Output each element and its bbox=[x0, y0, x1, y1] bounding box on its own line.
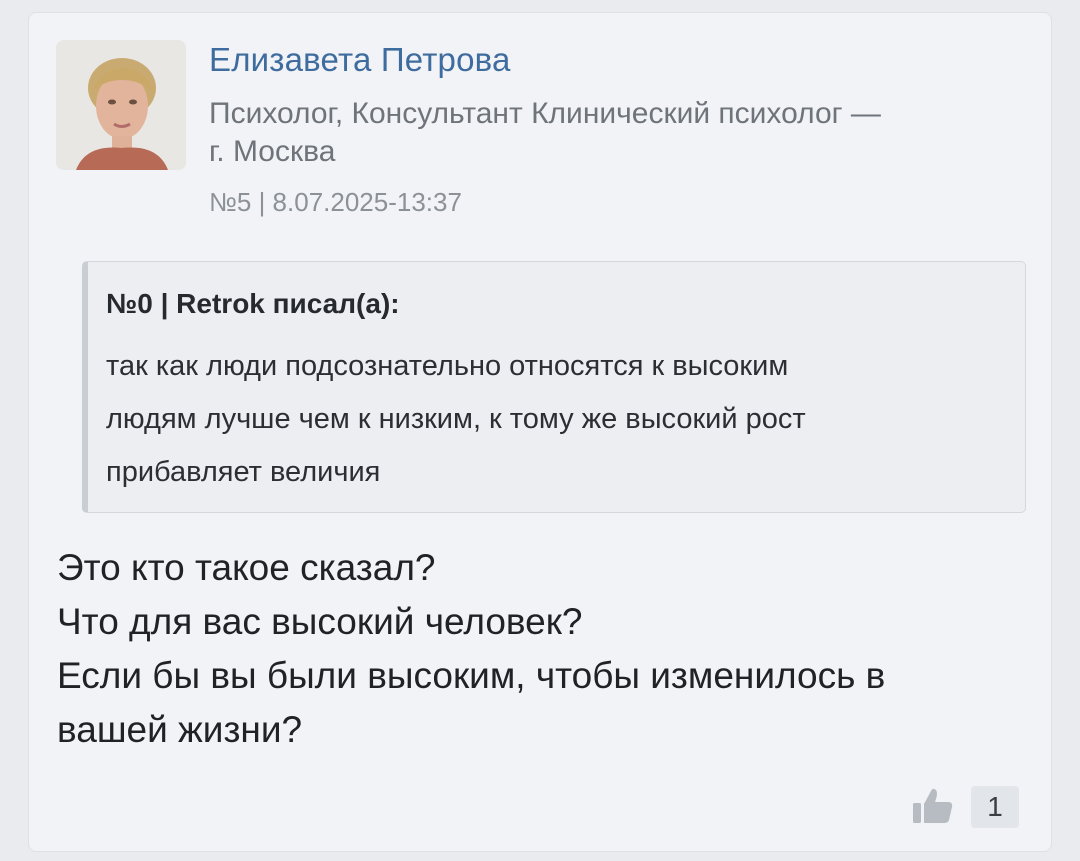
author-role: Психолог, Консультант Клинический психол… bbox=[209, 95, 1009, 171]
post-line: Это кто такое сказал? bbox=[57, 547, 436, 588]
like-count: 1 bbox=[971, 786, 1019, 828]
avatar[interactable] bbox=[56, 40, 186, 170]
post-line: Что для вас высокий человек? bbox=[57, 601, 583, 642]
quote-text: так как люди подсознательно относятся к … bbox=[106, 340, 986, 499]
quote-header: №0 | Retrok писал(а): bbox=[106, 288, 400, 319]
post-line: вашей жизни? bbox=[57, 709, 303, 750]
post-card: Елизавета Петрова Психолог, Консультант … bbox=[28, 12, 1052, 852]
thumbs-up-icon[interactable] bbox=[912, 787, 954, 825]
author-name[interactable]: Елизавета Петрова bbox=[209, 41, 511, 79]
post-body: Это кто такое сказал? Что для вас высоки… bbox=[57, 541, 1037, 757]
quote-block: №0 | Retrok писал(а): так как люди подсо… bbox=[82, 261, 1026, 513]
quote-line: так как люди подсознательно относятся к … bbox=[106, 350, 789, 382]
author-role-line: Психолог, Консультант Клинический психол… bbox=[209, 97, 881, 130]
author-location: г. Москва bbox=[209, 135, 336, 168]
avatar-photo bbox=[56, 40, 186, 170]
quote-line: прибавляет величия bbox=[106, 456, 381, 488]
post-line: Если бы вы были высоким, чтобы изменилос… bbox=[57, 655, 886, 696]
quote-line: людям лучше чем к низким, к тому же высо… bbox=[106, 403, 806, 435]
post-meta: №5 | 8.07.2025-13:37 bbox=[209, 187, 462, 217]
